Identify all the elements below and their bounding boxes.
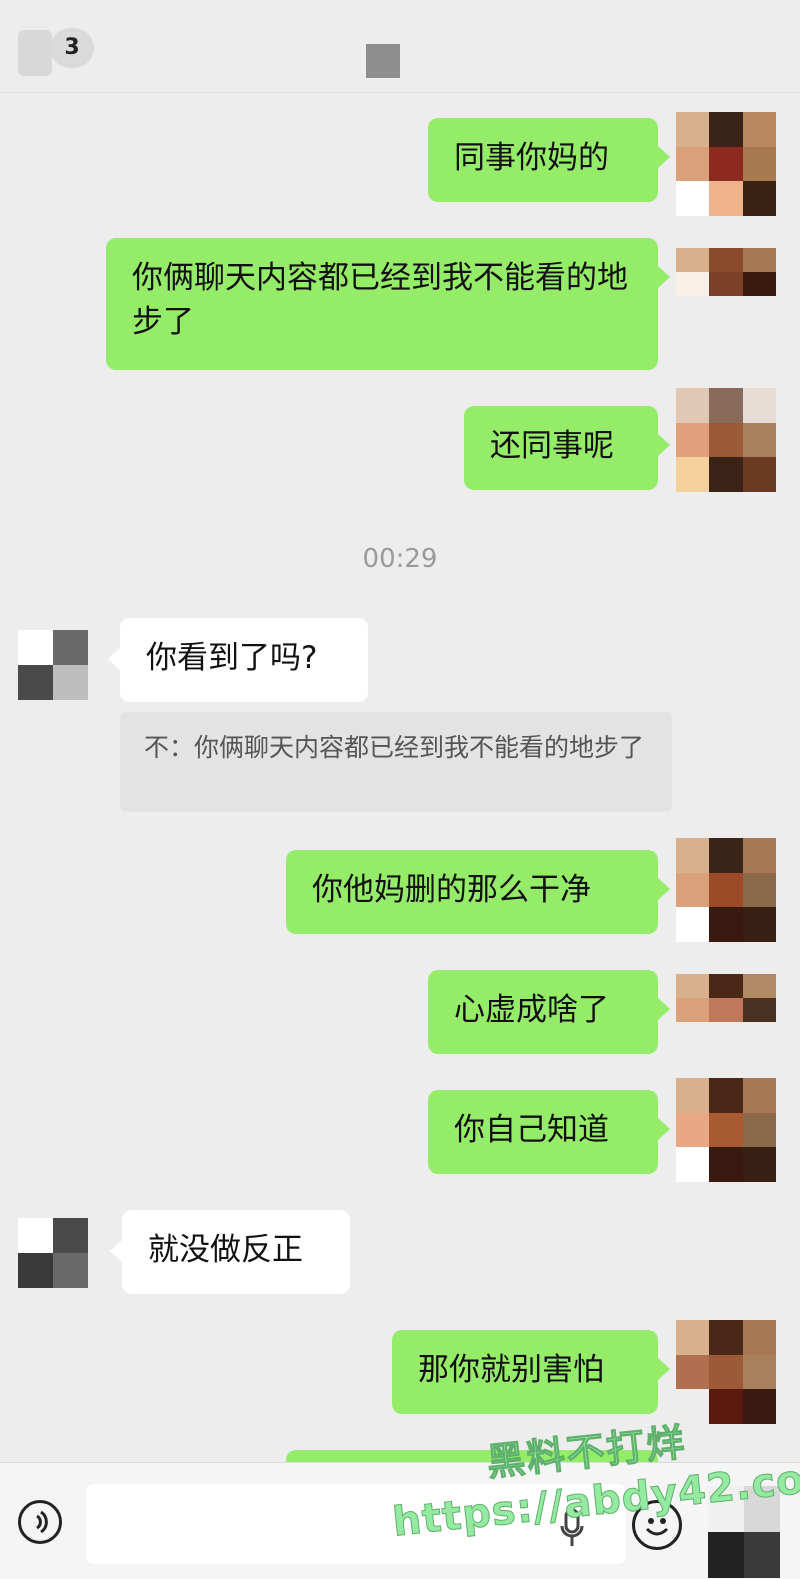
message-text: 还同事呢	[490, 428, 614, 464]
message-bubble-self[interactable]: 还同事呢	[464, 406, 670, 490]
message-text: 同事你妈的	[454, 140, 609, 176]
quoted-text: 不：你俩聊天内容都已经到我不能看的地步了	[144, 733, 645, 762]
other-avatar[interactable]	[18, 1218, 88, 1288]
message-bubble-self[interactable]: 你他妈删的那么干净	[286, 850, 670, 934]
header-divider	[0, 92, 800, 93]
chat-header: 3	[0, 0, 800, 92]
self-avatar[interactable]	[676, 974, 776, 1046]
self-avatar[interactable]	[676, 838, 776, 942]
unread-badge: 3	[50, 28, 94, 68]
message-text: 你俩聊天内容都已经到我不能看的地步了	[132, 260, 628, 340]
timestamp: 00:29	[362, 544, 438, 574]
message-bubble-self[interactable]: 心虚成啥了	[428, 970, 670, 1054]
chat-title-mosaic	[366, 44, 400, 78]
message-bubble-other[interactable]: 你看到了吗?	[108, 618, 368, 702]
message-bubble-self[interactable]: 同事你妈的	[428, 118, 670, 202]
other-avatar[interactable]	[18, 630, 88, 700]
quoted-message[interactable]: 不：你俩聊天内容都已经到我不能看的地步了	[120, 712, 672, 812]
message-text: 那你就别害怕	[418, 1352, 604, 1388]
message-bubble-other[interactable]: 就没做反正	[110, 1210, 350, 1294]
message-bubble-self[interactable]: 你自己知道	[428, 1090, 670, 1174]
message-text: 心虚成啥了	[454, 992, 609, 1028]
message-text: 你看到了吗?	[146, 640, 318, 676]
self-avatar[interactable]	[676, 112, 776, 216]
message-text: 你他妈删的那么干净	[312, 872, 591, 908]
message-bubble-self[interactable]: 你俩聊天内容都已经到我不能看的地步了	[106, 238, 670, 370]
self-avatar[interactable]	[676, 388, 776, 492]
voice-icon[interactable]	[18, 1500, 62, 1544]
self-avatar[interactable]	[676, 1078, 776, 1182]
message-text: 就没做反正	[148, 1232, 303, 1268]
self-avatar[interactable]	[676, 248, 776, 320]
back-button[interactable]	[18, 30, 52, 76]
message-bubble-self[interactable]: 那你就别害怕	[392, 1330, 670, 1414]
message-text: 你自己知道	[454, 1112, 609, 1148]
